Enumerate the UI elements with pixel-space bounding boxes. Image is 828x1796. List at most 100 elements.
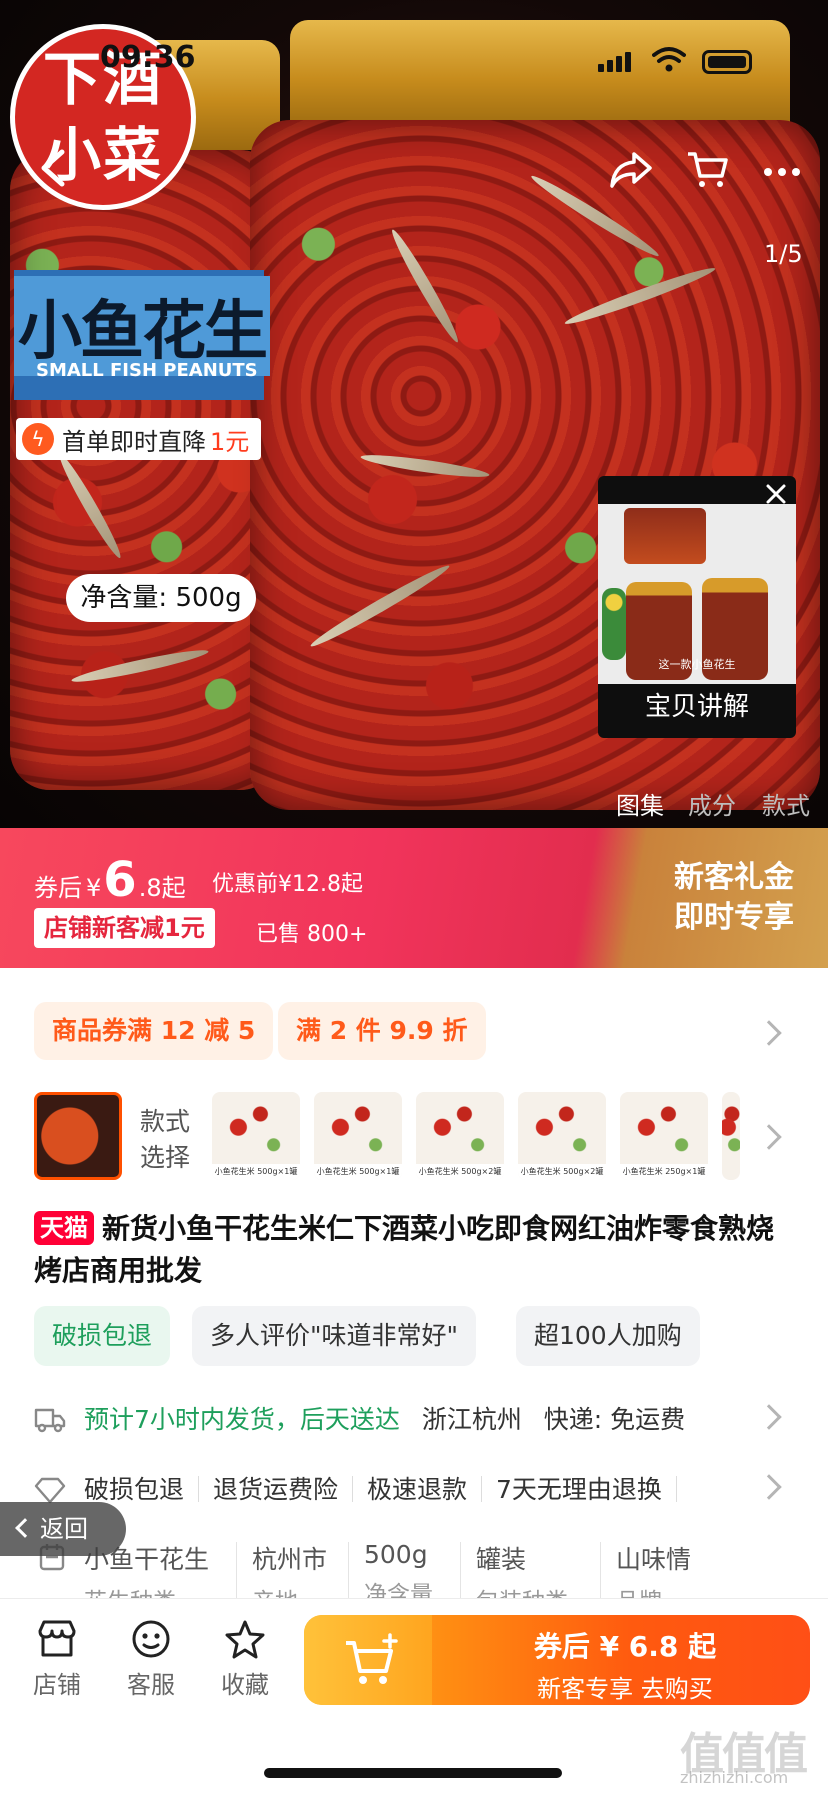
shipping-row[interactable]: 预计7小时内发货，后天送达 浙江杭州 快递: 免运费 [34, 1400, 685, 1436]
product-title-text: 新货小鱼干花生米仁下酒菜小吃即食网红油炸零食熟烧烤店商用批发 [34, 1212, 775, 1287]
video-title: 宝贝讲解 [644, 692, 749, 722]
coupon-prefix: 券后 [34, 874, 82, 902]
spec-value: 罐装 [476, 1545, 527, 1574]
delivery-estimate: 预计7小时内发货，后天送达 [83, 1405, 400, 1434]
style-label-line-1: 款式 [140, 1107, 191, 1136]
spec-value: 500g [364, 1540, 428, 1569]
service-item: 破损包退 [83, 1475, 184, 1504]
watermark-site: zhizhizhi.com [680, 1768, 789, 1787]
style-select-label[interactable]: 款式 选择 [140, 1104, 190, 1176]
guarantee-icon [34, 1477, 66, 1504]
store-icon [38, 1620, 76, 1657]
favorite-button[interactable]: 收藏 [210, 1619, 280, 1700]
price-banner: 券后 ¥6.8起 优惠前¥12.8起 店铺新客减1元 已售 800+ 新客礼金 即… [0, 828, 828, 968]
service-item: 7天无理由退换 [496, 1475, 662, 1504]
price-integer: 6 [103, 852, 137, 908]
buy-action-line: 新客专享 去购买 [537, 1675, 713, 1703]
spec-divider [236, 1542, 237, 1598]
new-customer-gift[interactable]: 新客礼金 即时专享 [674, 858, 794, 938]
buy-button[interactable]: 券后 ¥ 6.8 起 新客专享 去购买 [304, 1615, 810, 1705]
close-icon[interactable] [756, 476, 796, 512]
jar-back-image [10, 150, 280, 790]
chevron-left-icon [15, 1518, 35, 1538]
style-label-line-2: 选择 [140, 1143, 191, 1172]
add-to-cart-button[interactable] [304, 1615, 432, 1705]
product-image-gallery[interactable]: 小鱼花生 SMALL FISH PEANUTS ϟ 首单即时直降 1元 净含量:… [0, 0, 828, 828]
service-guarantee-row[interactable]: 破损包退 退货运费险 极速退款 7天无理由退换 [34, 1470, 691, 1506]
currency: ¥ [86, 874, 102, 902]
customer-service-button[interactable]: 客服 [116, 1619, 186, 1700]
service-label: 客服 [127, 1671, 175, 1699]
spec-divider [600, 1542, 601, 1598]
tmall-badge: 天猫 [34, 1211, 94, 1245]
buy-now-label: 券后 ¥ 6.8 起 新客专享 去购买 [460, 1625, 790, 1704]
thumb-caption: 小鱼花生米 500g×1罐 [314, 1164, 402, 1180]
original-price: 优惠前¥12.8起 [212, 872, 363, 897]
promo-amount: 1元 [210, 427, 250, 456]
promo-text: 首单即时直降 [62, 427, 206, 456]
label-en: SMALL FISH PEANUTS [36, 360, 258, 381]
home-indicator[interactable] [264, 1768, 562, 1778]
shop-discount-badge: 店铺新客减1元 [34, 908, 215, 948]
style-thumb[interactable]: 小鱼花生米 500g×1罐 [314, 1092, 402, 1180]
gift-line-1: 新客礼金 [674, 860, 794, 895]
favorite-label: 收藏 [221, 1671, 269, 1699]
first-order-promo-tag: ϟ 首单即时直降 1元 [16, 418, 262, 460]
more-icon[interactable] [760, 150, 804, 190]
lightning-icon: ϟ [22, 423, 54, 455]
shop-label: 店铺 [33, 1671, 81, 1699]
video-explainer[interactable]: 这一款小鱼花生 宝贝讲解 [598, 476, 796, 738]
sold-count: 已售 800+ [256, 922, 368, 947]
product-label: 小鱼花生 SMALL FISH PEANUTS [14, 270, 270, 400]
tab-gallery[interactable]: 图集 [616, 786, 664, 821]
tag-added-to-cart[interactable]: 超100人加购 [516, 1306, 700, 1366]
style-thumb[interactable]: 小鱼花生米 500g×2罐 [518, 1092, 606, 1180]
chat-face-icon [132, 1620, 170, 1658]
style-thumb-selected[interactable] [34, 1092, 122, 1180]
thumb-caption: 小鱼花生米 500g×1罐 [212, 1164, 300, 1180]
style-thumb[interactable]: 小鱼花生米 500g×1罐 [212, 1092, 300, 1180]
spec-divider [348, 1542, 349, 1598]
tag-damage-refund[interactable]: 破损包退 [34, 1306, 171, 1366]
wifi-icon [652, 47, 686, 72]
share-icon[interactable] [608, 150, 654, 190]
spec-value: 山味情 [616, 1545, 692, 1574]
return-button[interactable]: 返回 [0, 1502, 126, 1556]
truck-icon [34, 1408, 66, 1433]
thumb-caption: 小鱼花生米 250g×1罐 [620, 1164, 708, 1180]
cart-icon[interactable] [686, 150, 730, 190]
video-caption: 这一款小鱼花生 [658, 658, 736, 671]
price-after-coupon: 券后 ¥6.8起 [34, 852, 186, 908]
thumb-caption: 小鱼花生米 500g×2罐 [518, 1164, 606, 1180]
style-thumb[interactable]: 小鱼花生米 500g×2罐 [416, 1092, 504, 1180]
service-item: 退货运费险 [212, 1475, 338, 1504]
battery-icon [702, 50, 752, 74]
status-bar: 09:36 [0, 0, 828, 110]
tab-styles[interactable]: 款式 [762, 786, 810, 821]
price-suffix: 起 [161, 874, 186, 902]
tab-ingredients[interactable]: 成分 [688, 786, 736, 821]
discount-chip[interactable]: 满 2 件 9.9 折 [278, 1002, 486, 1060]
tag-reviews[interactable]: 多人评价"味道非常好" [192, 1306, 476, 1366]
signal-icon [598, 52, 634, 72]
spec-divider [460, 1542, 461, 1598]
style-thumb[interactable]: 小鱼花生米 250g×1罐 [620, 1092, 708, 1180]
price-decimal: .8 [138, 874, 162, 902]
service-item: 极速退款 [366, 1475, 467, 1504]
net-weight-label: 净含量: 500g [66, 574, 256, 622]
style-thumb[interactable] [722, 1092, 740, 1180]
product-title: 天猫 新货小鱼干花生米仁下酒菜小吃即食网红油炸零食熟烧烤店商用批发 [34, 1208, 800, 1292]
status-time: 09:36 [100, 40, 196, 75]
buy-price-line: 券后 ¥ 6.8 起 [533, 1630, 717, 1663]
express-fee: 快递: 免运费 [543, 1405, 686, 1434]
ship-origin: 浙江杭州 [421, 1405, 522, 1434]
image-counter: 1/5 [764, 240, 803, 268]
thumb-caption: 小鱼花生米 500g×2罐 [416, 1164, 504, 1180]
add-cart-icon [346, 1633, 398, 1684]
back-arrow-icon[interactable] [34, 146, 74, 190]
spec-value: 杭州市 [252, 1545, 328, 1574]
return-label: 返回 [40, 1515, 88, 1543]
coupon-chip[interactable]: 商品券满 12 减 5 [34, 1002, 274, 1060]
gift-line-2: 即时专享 [674, 900, 794, 935]
shop-button[interactable]: 店铺 [22, 1619, 92, 1700]
